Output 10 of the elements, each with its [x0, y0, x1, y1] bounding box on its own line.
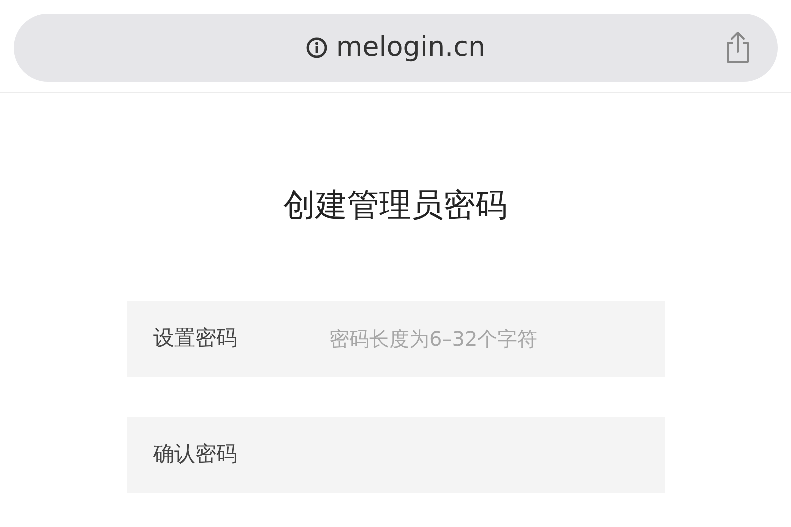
password-field[interactable]: 设置密码 密码长度为6–32个字符 — [126, 301, 664, 377]
info-icon — [306, 37, 328, 59]
field-label: 设置密码 — [154, 325, 238, 352]
password-field[interactable]: 确认密码 — [126, 417, 664, 493]
page-title: 创建管理员密码 — [284, 185, 508, 226]
url-text: melogin.cn — [336, 30, 486, 65]
address-bar[interactable]: melogin.cn — [14, 14, 778, 82]
share-icon[interactable] — [724, 30, 752, 64]
field-label: 确认密码 — [154, 441, 238, 468]
password-input[interactable]: 密码长度为6–32个字符 — [328, 319, 664, 359]
